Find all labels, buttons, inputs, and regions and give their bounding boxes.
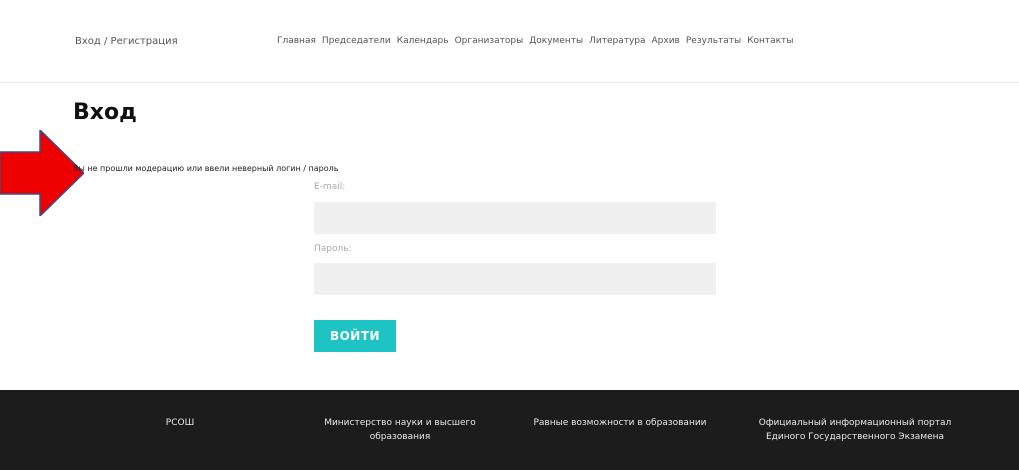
nav-item-contacts[interactable]: Контакты [747,36,793,46]
error-message: Вы не прошли модерацию или ввели неверны… [73,164,339,173]
footer: РСОШ Министерство науки и высшего образо… [0,390,1019,470]
red-arrow-icon [0,130,84,216]
page-title: Вход [73,100,137,125]
nav-item-calendar[interactable]: Календарь [397,36,449,46]
email-label: E-mail: [314,182,346,192]
main-nav: Главная Председатели Календарь Организат… [277,36,793,46]
nav-item-chairs[interactable]: Председатели [322,36,391,46]
email-field[interactable] [314,202,716,234]
password-field[interactable] [314,263,716,295]
nav-item-archive[interactable]: Архив [652,36,680,46]
top-bar: Вход / Регистрация Главная Председатели … [0,0,1019,83]
login-register-link[interactable]: Вход / Регистрация [75,36,178,47]
password-label: Пароль: [314,244,352,254]
nav-item-home[interactable]: Главная [277,36,316,46]
nav-item-documents[interactable]: Документы [529,36,583,46]
nav-item-literature[interactable]: Литература [589,36,645,46]
footer-link-ege-portal[interactable]: Официальный информационный портал Единог… [750,416,960,444]
footer-link-ministry[interactable]: Министерство науки и высшего образования [310,416,490,444]
footer-link-equal-opportunities[interactable]: Равные возможности в образовании [520,416,720,430]
footer-link-rsosh[interactable]: РСОШ [150,416,210,430]
nav-item-organizers[interactable]: Организаторы [455,36,524,46]
nav-item-results[interactable]: Результаты [686,36,741,46]
login-button[interactable]: ВОЙТИ [314,320,396,352]
